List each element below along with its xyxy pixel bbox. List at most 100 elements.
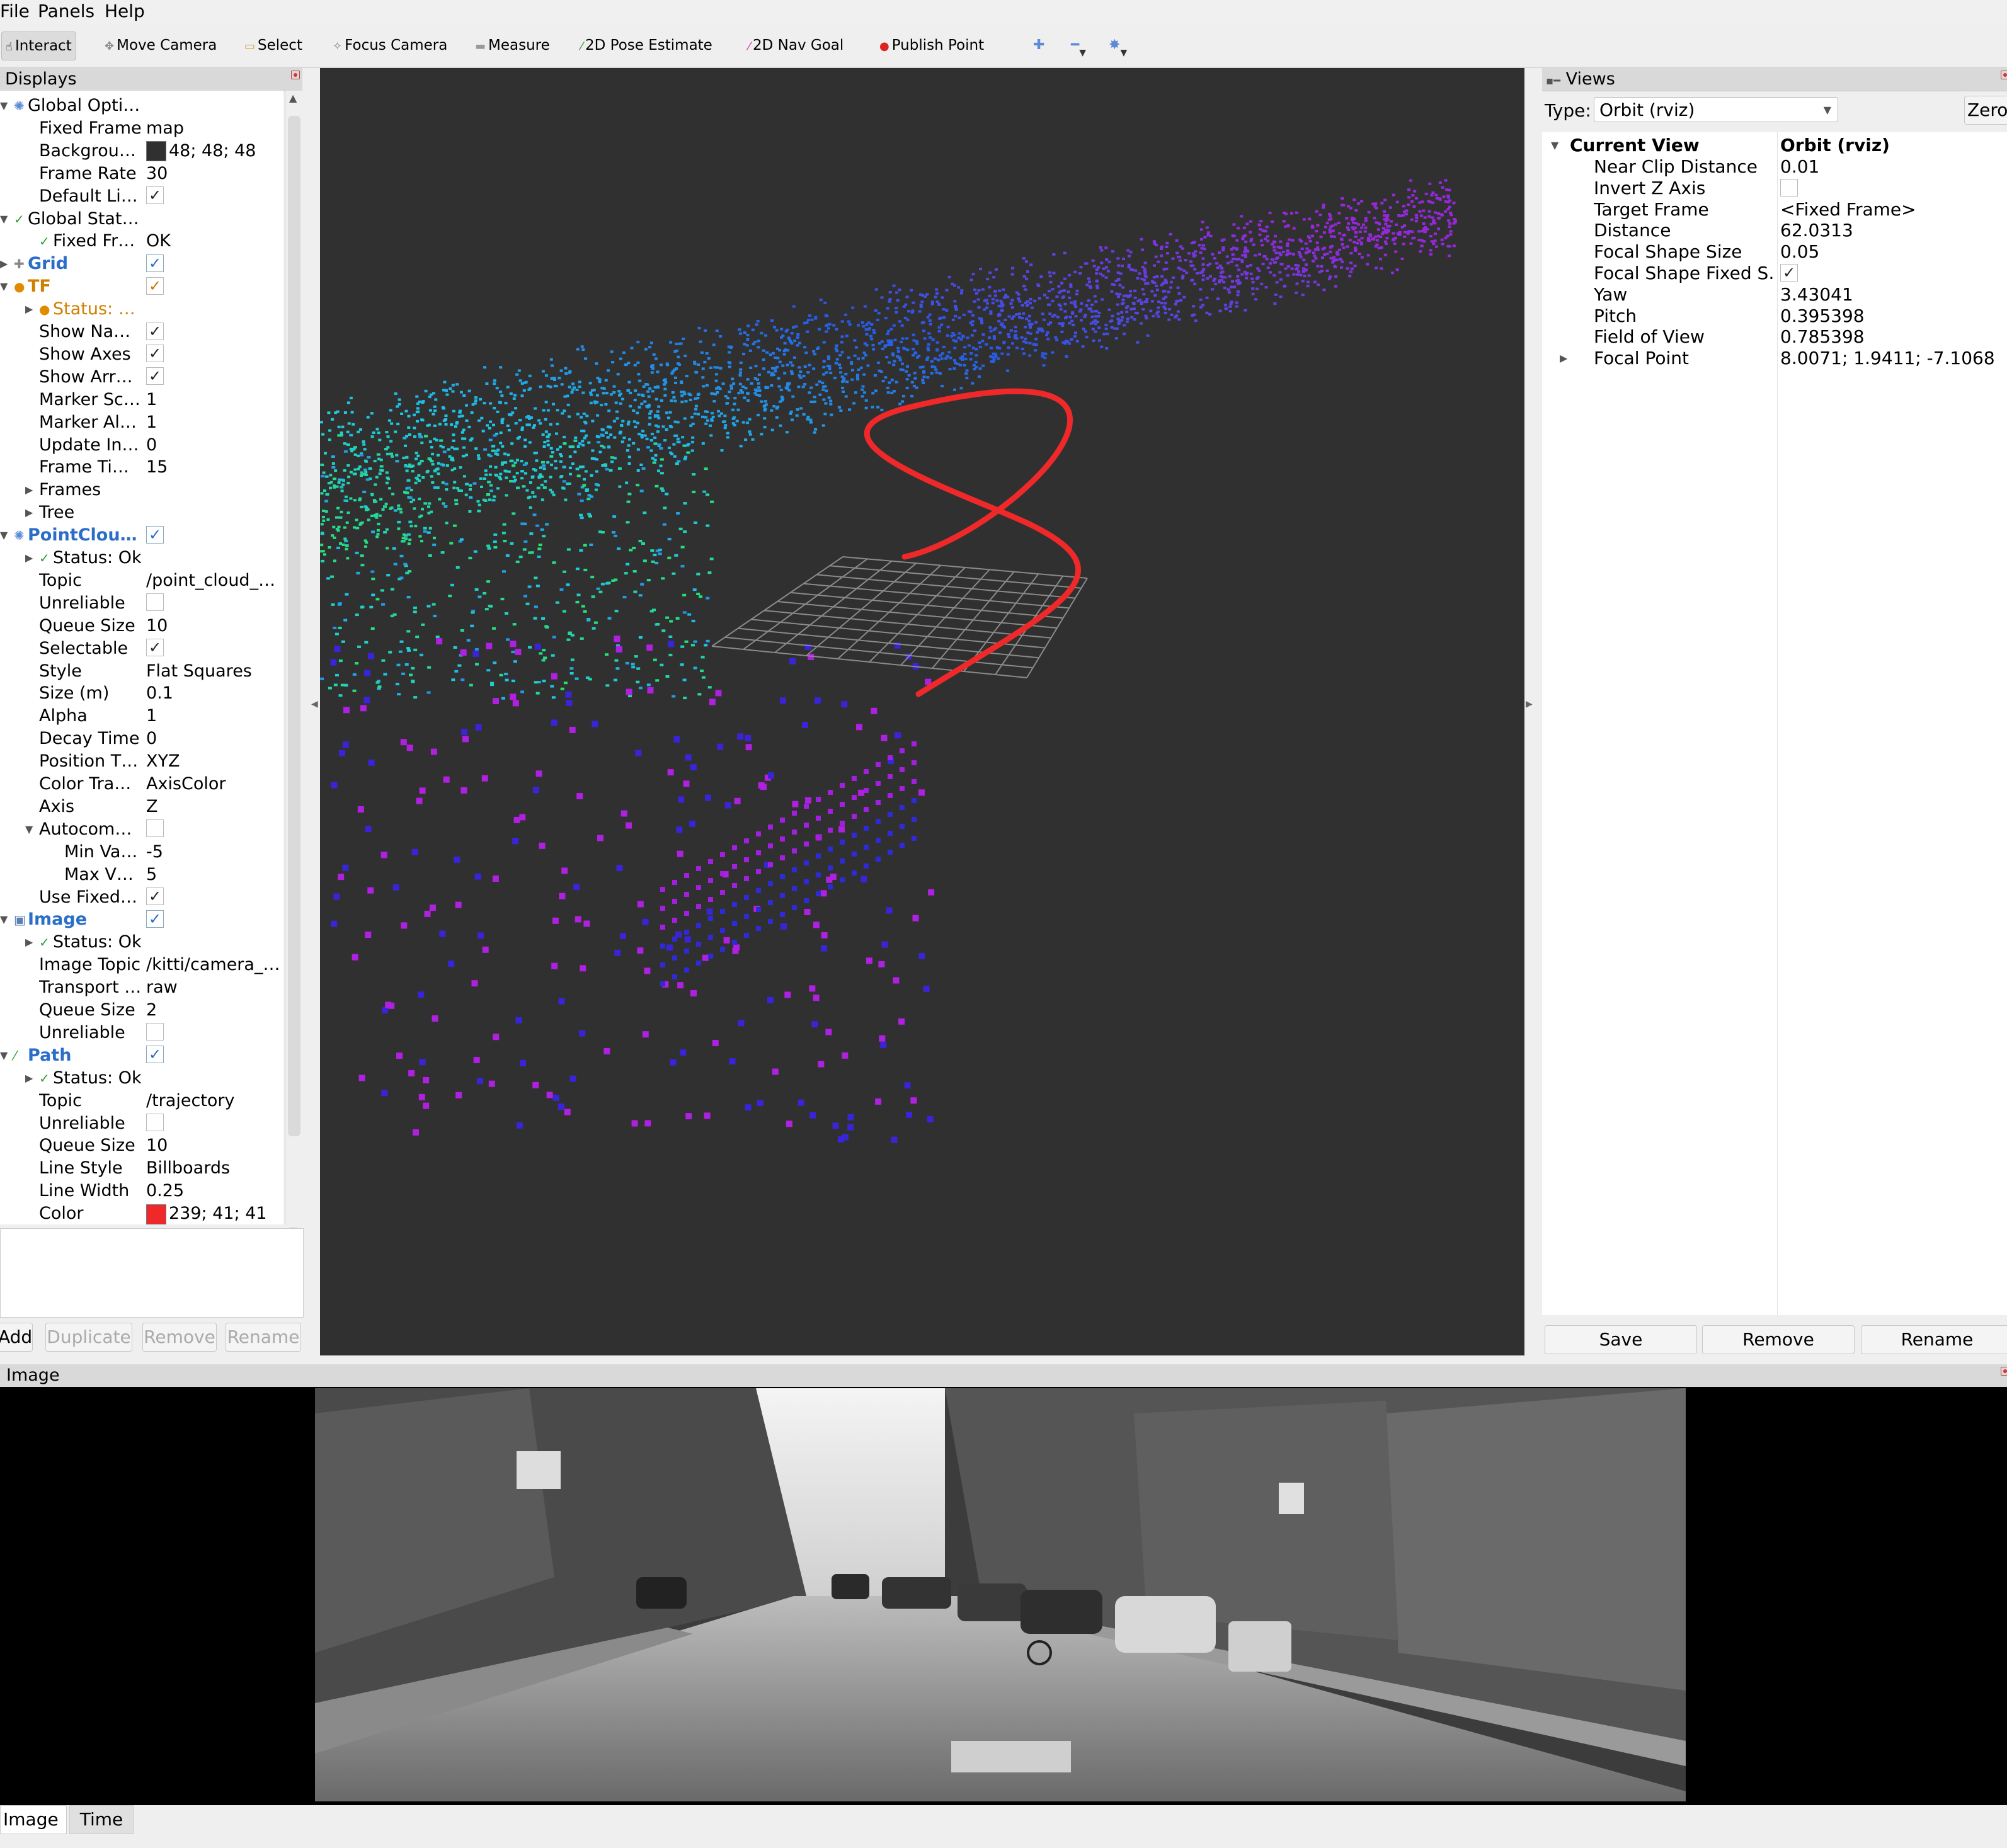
nav-goal-tool-button[interactable]: ⁄ 2D Nav Goal xyxy=(748,31,843,59)
duplicate-display-button[interactable]: Duplicate xyxy=(45,1323,132,1352)
display-tree-row[interactable]: ▼ ▣ Image xyxy=(0,908,283,931)
property-checkbox[interactable] xyxy=(146,343,283,366)
close-icon[interactable] xyxy=(291,71,300,79)
checkbox[interactable] xyxy=(146,525,164,544)
rename-view-button[interactable]: Rename xyxy=(1861,1325,2007,1354)
checkbox[interactable] xyxy=(146,367,164,385)
checkbox[interactable] xyxy=(146,593,164,612)
display-tree-row[interactable]: ▼ Autocom… xyxy=(0,818,283,841)
property-checkbox[interactable] xyxy=(146,275,283,298)
display-tree-row[interactable]: Fixed Frame map xyxy=(0,117,283,140)
display-tree-row[interactable]: Topic/point_cloud_… xyxy=(0,569,283,592)
tab-image[interactable]: Image xyxy=(0,1805,67,1834)
collapsed-arrow-icon[interactable]: ▶ xyxy=(25,1067,33,1090)
display-tree-row[interactable]: Selectable xyxy=(0,637,283,660)
move-camera-tool-button[interactable]: ✥ Move Camera xyxy=(105,31,217,59)
3d-viewport[interactable] xyxy=(320,68,1524,1355)
display-tree-row[interactable]: Topic/trajectory xyxy=(0,1090,283,1112)
checkbox[interactable] xyxy=(146,819,164,838)
display-tree-row[interactable]: Marker Sc… 1 xyxy=(0,389,283,411)
remove-display-button[interactable]: Remove xyxy=(142,1323,217,1352)
display-tree-row[interactable]: Show Arr… xyxy=(0,366,283,389)
checkbox[interactable] xyxy=(146,1023,164,1041)
display-tree-row[interactable]: Backgrou… 48; 48; 48 xyxy=(0,140,283,163)
display-tree-row[interactable]: Show Axes xyxy=(0,343,283,366)
menu-panels[interactable]: Panels xyxy=(38,0,94,23)
display-tree-row[interactable]: Unreliable xyxy=(0,592,283,615)
display-tree-row[interactable]: ▼ ✺ PointCloud2 xyxy=(0,524,283,547)
display-tree-row[interactable]: ▶ ✓ Status: Ok xyxy=(0,547,283,569)
display-tree-row[interactable]: Alpha 1 xyxy=(0,705,283,727)
color-swatch[interactable] xyxy=(146,1204,166,1224)
color-swatch[interactable] xyxy=(146,141,166,162)
display-tree-row[interactable]: Show Na… xyxy=(0,321,283,343)
focus-camera-tool-button[interactable]: ✧ Focus Camera xyxy=(333,31,447,59)
display-tree-row[interactable]: Color Tra… AxisColor xyxy=(0,773,283,796)
display-tree-row[interactable]: Queue Size 2 xyxy=(0,999,283,1022)
checkbox[interactable] xyxy=(146,254,164,272)
property-checkbox[interactable] xyxy=(146,1022,283,1044)
property-checkbox[interactable] xyxy=(146,592,283,615)
pose-estimate-tool-button[interactable]: ⁄ 2D Pose Estimate xyxy=(581,31,712,59)
menu-file[interactable]: File xyxy=(0,0,30,23)
display-tree-row[interactable]: ▶ Frames xyxy=(0,479,283,501)
property-checkbox[interactable] xyxy=(146,1112,283,1135)
property-checkbox[interactable] xyxy=(146,524,283,547)
display-tree-row[interactable]: Line Style Billboards xyxy=(0,1157,283,1180)
display-tree-row[interactable]: ▶ ✓ Status: Ok xyxy=(0,931,283,954)
display-tree-row[interactable]: Default Li… xyxy=(0,185,283,208)
display-tree-row[interactable]: ▼ ⁄ Path xyxy=(0,1044,283,1067)
collapsed-arrow-icon[interactable]: ▶ xyxy=(25,931,33,954)
checkbox[interactable] xyxy=(146,186,164,205)
remove-tool-icon[interactable]: ━▼ xyxy=(1071,31,1086,59)
save-view-button[interactable]: Save xyxy=(1545,1325,1697,1354)
display-tree-row[interactable]: Frame Rate 30 xyxy=(0,163,283,185)
checkbox[interactable] xyxy=(1780,178,1798,197)
display-tree-row[interactable]: Unreliable xyxy=(0,1112,283,1135)
property-checkbox[interactable] xyxy=(146,321,283,343)
property-checkbox[interactable] xyxy=(146,886,283,909)
display-tree-row[interactable]: Frame Ti… 15 xyxy=(0,456,283,479)
display-tree-row[interactable]: Marker Al… 1 xyxy=(0,411,283,434)
view-property-checkbox[interactable] xyxy=(1780,178,1798,199)
display-tree-row[interactable]: ▼ ● TF xyxy=(0,275,283,298)
display-tree-row[interactable]: Style Flat Squares xyxy=(0,660,283,683)
scrollbar-thumb[interactable] xyxy=(288,116,300,1136)
display-tree-row[interactable]: Unreliable xyxy=(0,1022,283,1044)
expand-arrow-icon[interactable]: ▼ xyxy=(0,208,8,231)
property-checkbox[interactable] xyxy=(146,908,283,931)
tab-time[interactable]: Time xyxy=(69,1805,134,1834)
property-checkbox[interactable] xyxy=(146,185,283,208)
expand-arrow-icon[interactable]: ▼ xyxy=(0,908,8,931)
expand-arrow-icon[interactable]: ▼ xyxy=(0,524,8,547)
checkbox[interactable] xyxy=(146,277,164,295)
expand-arrow-icon[interactable]: ▼ xyxy=(0,94,8,117)
display-tree-row[interactable]: Image Topic/kitti/camera_… xyxy=(0,954,283,976)
property-checkbox[interactable] xyxy=(146,818,283,841)
display-tree-row[interactable]: Decay Time 0 xyxy=(0,727,283,750)
display-tree-row[interactable]: Color 239; 41; 41 xyxy=(0,1202,283,1224)
collapsed-arrow-icon[interactable]: ▶ xyxy=(25,298,33,321)
display-tree-row[interactable]: ✓ Fixed Fr… OK xyxy=(0,230,283,253)
display-tree-row[interactable]: Size (m) 0.1 xyxy=(0,682,283,705)
collapsed-arrow-icon[interactable]: ▶ xyxy=(1560,348,1567,369)
rename-display-button[interactable]: Rename xyxy=(226,1323,301,1352)
display-tree-row[interactable]: ▶ ✚ Grid xyxy=(0,253,283,275)
display-tree-row[interactable]: Transport … raw xyxy=(0,976,283,999)
view-property-checkbox[interactable] xyxy=(1780,263,1798,284)
property-checkbox[interactable] xyxy=(146,366,283,389)
collapse-right-icon[interactable]: ▶ xyxy=(1526,699,1533,709)
display-tree-row[interactable]: ▼ ✺ Global Opti… xyxy=(0,94,283,117)
display-tree-row[interactable]: Axis Z xyxy=(0,796,283,818)
property-checkbox[interactable] xyxy=(146,1044,283,1067)
checkbox[interactable] xyxy=(146,345,164,363)
interact-tool-button[interactable]: ☝ Interact xyxy=(1,31,76,60)
view-type-select[interactable]: Orbit (rviz) ▼ xyxy=(1594,97,1838,122)
publish-point-tool-button[interactable]: ● Publish Point xyxy=(879,31,984,59)
checkbox[interactable] xyxy=(146,887,164,905)
property-checkbox[interactable] xyxy=(146,253,283,275)
display-tree-row[interactable]: Queue Size 10 xyxy=(0,1134,283,1157)
display-tree-row[interactable]: ▶ Tree xyxy=(0,501,283,524)
display-tree-row[interactable]: Use Fixed … xyxy=(0,886,283,909)
add-tool-icon[interactable]: ✚ xyxy=(1033,31,1044,59)
